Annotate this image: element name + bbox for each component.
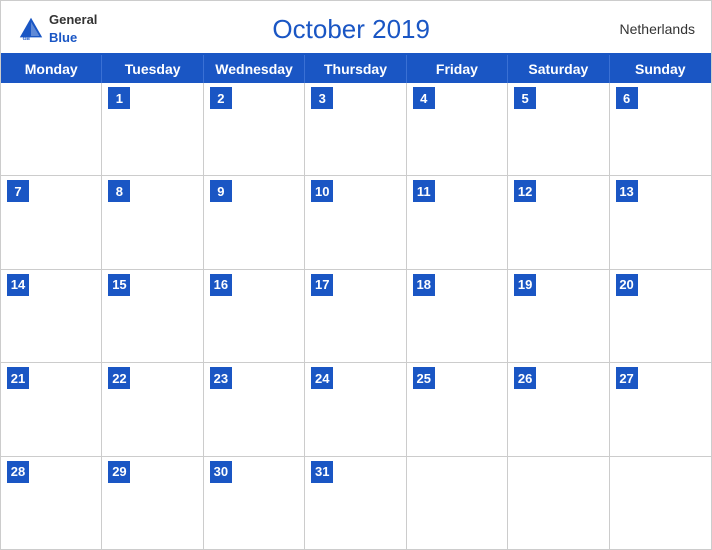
day-cell [508,457,609,549]
day-number: 20 [616,274,638,296]
day-cell: 2 [204,83,305,175]
day-number: 9 [210,180,232,202]
day-cell: 26 [508,363,609,455]
day-cell: 20 [610,270,711,362]
day-cell: 12 [508,176,609,268]
day-number: 31 [311,461,333,483]
day-number: 7 [7,180,29,202]
day-number: 28 [7,461,29,483]
day-cell: 11 [407,176,508,268]
day-number: 8 [108,180,130,202]
day-header-monday: Monday [1,55,102,83]
day-cell: 23 [204,363,305,455]
day-number: 29 [108,461,130,483]
day-cell [610,457,711,549]
day-cell: 17 [305,270,406,362]
day-cell: 27 [610,363,711,455]
week-row-5: 28 29 30 31 [1,457,711,549]
day-header-wednesday: Wednesday [204,55,305,83]
day-number: 14 [7,274,29,296]
day-header-thursday: Thursday [305,55,406,83]
day-cell: 4 [407,83,508,175]
logo-icon: GB [17,15,45,43]
day-header-sunday: Sunday [610,55,711,83]
day-cell: 28 [1,457,102,549]
day-number: 6 [616,87,638,109]
day-headers: MondayTuesdayWednesdayThursdayFridaySatu… [1,55,711,83]
day-cell: 1 [102,83,203,175]
day-cell: 31 [305,457,406,549]
day-number: 1 [108,87,130,109]
day-cell: 9 [204,176,305,268]
day-number: 4 [413,87,435,109]
day-number: 22 [108,367,130,389]
day-number: 25 [413,367,435,389]
day-cell: 18 [407,270,508,362]
day-number: 21 [7,367,29,389]
day-cell [1,83,102,175]
day-number: 18 [413,274,435,296]
day-cell: 7 [1,176,102,268]
calendar-grid: MondayTuesdayWednesdayThursdayFridaySatu… [1,53,711,549]
day-number: 26 [514,367,536,389]
day-cell: 19 [508,270,609,362]
day-number: 12 [514,180,536,202]
day-cell: 24 [305,363,406,455]
calendar-title: October 2019 [97,14,605,45]
day-cell: 29 [102,457,203,549]
logo-text: General Blue [49,11,97,47]
day-cell: 15 [102,270,203,362]
day-number: 3 [311,87,333,109]
logo-blue: Blue [49,30,77,45]
day-number: 24 [311,367,333,389]
day-number: 19 [514,274,536,296]
week-row-1: 1 2 3 4 5 6 [1,83,711,176]
day-cell: 6 [610,83,711,175]
day-header-friday: Friday [407,55,508,83]
day-cell [407,457,508,549]
weeks-area: 1234567891011121314151617181920212223242… [1,83,711,549]
day-header-tuesday: Tuesday [102,55,203,83]
calendar: GB General Blue October 2019 Netherlands… [0,0,712,550]
day-cell: 8 [102,176,203,268]
day-cell: 3 [305,83,406,175]
day-number: 23 [210,367,232,389]
logo: GB General Blue [17,11,97,47]
day-number: 27 [616,367,638,389]
day-cell: 14 [1,270,102,362]
day-cell: 5 [508,83,609,175]
calendar-header: GB General Blue October 2019 Netherlands [1,1,711,53]
day-number: 13 [616,180,638,202]
day-cell: 21 [1,363,102,455]
day-cell: 13 [610,176,711,268]
svg-text:GB: GB [23,36,31,42]
day-number: 17 [311,274,333,296]
day-cell: 25 [407,363,508,455]
day-cell: 10 [305,176,406,268]
day-number: 2 [210,87,232,109]
day-cell: 30 [204,457,305,549]
week-row-3: 14 15 16 17 18 19 20 [1,270,711,363]
logo-general: General [49,12,97,27]
day-number: 5 [514,87,536,109]
day-number: 11 [413,180,435,202]
week-row-2: 7 8 9 10 11 12 13 [1,176,711,269]
day-cell: 16 [204,270,305,362]
day-number: 10 [311,180,333,202]
day-number: 16 [210,274,232,296]
day-cell: 22 [102,363,203,455]
day-number: 30 [210,461,232,483]
day-number: 15 [108,274,130,296]
week-row-4: 21 22 23 24 25 26 27 [1,363,711,456]
country-label: Netherlands [605,21,695,37]
day-header-saturday: Saturday [508,55,609,83]
